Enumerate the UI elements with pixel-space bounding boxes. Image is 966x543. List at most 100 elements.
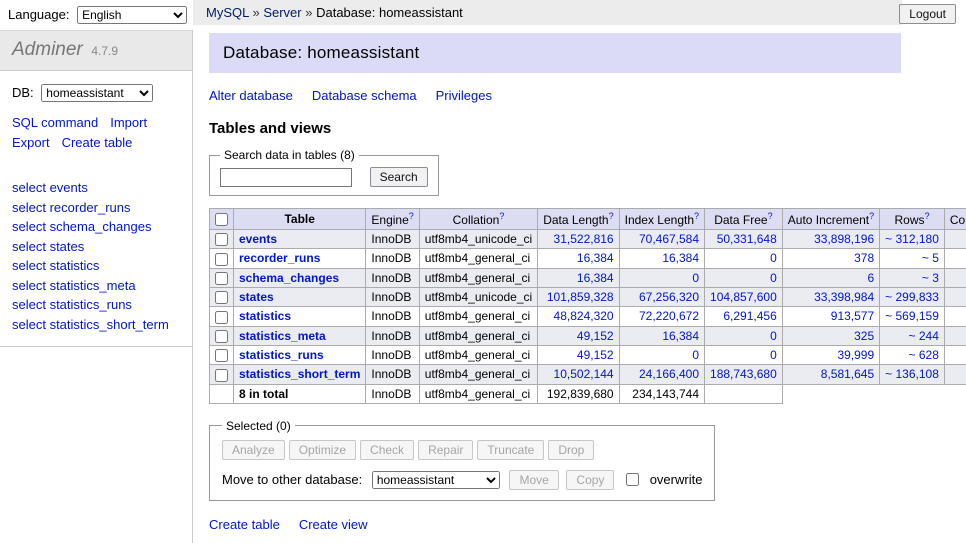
row-checkbox[interactable] [215,253,228,266]
index-length-link[interactable]: 0 [692,348,699,362]
index-length-link[interactable]: 24,166,400 [639,367,699,381]
move-database-select[interactable]: homeassistant [372,471,500,489]
table-name-link[interactable]: statistics [239,309,291,323]
sidebar-table-link[interactable]: select schema_changes [12,217,180,237]
sidebar-link-export[interactable]: Export [12,133,50,153]
action-privileges[interactable]: Privileges [436,88,492,103]
row-checkbox[interactable] [215,291,228,304]
data-free-link[interactable]: 6,291,456 [723,309,776,323]
table-name-link[interactable]: events [239,232,277,246]
analyze-button[interactable]: Analyze [222,440,285,460]
table-name-link[interactable]: statistics_runs [239,348,324,362]
column-help-link[interactable]: ? [869,211,874,221]
action-database-schema[interactable]: Database schema [312,88,417,103]
data-length-link[interactable]: 16,384 [577,251,614,265]
check-button[interactable]: Check [360,440,414,460]
sidebar-table-link[interactable]: select states [12,237,180,257]
table-name-link[interactable]: states [239,290,274,304]
move-button[interactable]: Move [509,470,558,490]
table-name-link[interactable]: statistics_short_term [239,367,360,381]
comment-cell [944,307,966,326]
row-checkbox[interactable] [215,349,228,362]
index-length-link[interactable]: 16,384 [662,251,699,265]
rows-link[interactable]: ~ 5 [922,251,939,265]
search-input[interactable] [220,168,352,187]
data-free-link[interactable]: 0 [770,348,777,362]
repair-button[interactable]: Repair [418,440,473,460]
search-button[interactable]: Search [370,167,428,187]
column-help-link[interactable]: ? [409,211,414,221]
auto-increment-link[interactable]: 8,581,645 [821,367,874,381]
sidebar-link-sql-command[interactable]: SQL command [12,113,98,133]
link-create-view[interactable]: Create view [299,517,368,532]
rows-link[interactable]: ~ 299,833 [885,290,939,304]
sidebar-table-link[interactable]: select statistics_meta [12,276,180,296]
index-length-link[interactable]: 0 [692,271,699,285]
action-alter-database[interactable]: Alter database [209,88,293,103]
rows-link[interactable]: ~ 136,108 [885,367,939,381]
data-free-link[interactable]: 0 [770,251,777,265]
data-free-link[interactable]: 50,331,648 [717,232,777,246]
language-select[interactable]: English [77,6,187,24]
row-checkbox[interactable] [215,369,228,382]
data-length-link[interactable]: 48,824,320 [554,309,614,323]
row-checkbox[interactable] [215,311,228,324]
rows-link[interactable]: ~ 628 [909,348,939,362]
link-create-table[interactable]: Create table [209,517,280,532]
table-name-link[interactable]: schema_changes [239,271,339,285]
data-length-link[interactable]: 10,502,144 [554,367,614,381]
data-free-link[interactable]: 0 [770,329,777,343]
column-help-link[interactable]: ? [694,211,699,221]
auto-increment-link[interactable]: 378 [854,251,874,265]
index-length-link[interactable]: 16,384 [662,329,699,343]
sidebar-table-link[interactable]: select statistics [12,256,180,276]
rows-link[interactable]: ~ 3 [922,271,939,285]
data-free-link[interactable]: 188,743,680 [710,367,777,381]
logout-button[interactable]: Logout [899,4,956,24]
table-name-link[interactable]: statistics_meta [239,329,326,343]
truncate-button[interactable]: Truncate [477,440,544,460]
drop-button[interactable]: Drop [548,440,594,460]
data-length-link[interactable]: 101,859,328 [547,290,614,304]
auto-increment-link[interactable]: 6 [867,271,874,285]
auto-increment-link[interactable]: 33,398,984 [814,290,874,304]
index-length-link[interactable]: 72,220,672 [639,309,699,323]
index-length-link[interactable]: 67,256,320 [639,290,699,304]
sidebar-table-link[interactable]: select statistics_runs [12,295,180,315]
column-help-link[interactable]: ? [768,211,773,221]
rows-link[interactable]: ~ 244 [909,329,939,343]
copy-button[interactable]: Copy [566,470,614,490]
overwrite-label[interactable]: overwrite [650,472,703,487]
table-name-link[interactable]: recorder_runs [239,251,320,265]
row-checkbox[interactable] [215,272,228,285]
sidebar-table-link[interactable]: select events [12,178,180,198]
rows-link[interactable]: ~ 569,159 [885,309,939,323]
data-length-link[interactable]: 49,152 [577,329,614,343]
column-help-link[interactable]: ? [609,211,614,221]
row-checkbox[interactable] [215,233,228,246]
column-help-link[interactable]: ? [925,211,930,221]
data-free-link[interactable]: 104,857,600 [710,290,777,304]
data-length-link[interactable]: 31,522,816 [554,232,614,246]
column-help-link[interactable]: ? [499,211,504,221]
db-select[interactable]: homeassistant [41,84,153,102]
index-length-link[interactable]: 70,467,584 [639,232,699,246]
data-length-link[interactable]: 16,384 [577,271,614,285]
auto-increment-link[interactable]: 33,898,196 [814,232,874,246]
breadcrumb-link[interactable]: MySQL [206,5,249,20]
auto-increment-link[interactable]: 39,999 [837,348,874,362]
sidebar-table-link[interactable]: select statistics_short_term [12,315,180,335]
sidebar-link-import[interactable]: Import [110,113,147,133]
breadcrumb-link[interactable]: Server [263,5,301,20]
data-free-link[interactable]: 0 [770,271,777,285]
select-all-checkbox[interactable] [215,213,228,226]
data-length-link[interactable]: 49,152 [577,348,614,362]
optimize-button[interactable]: Optimize [289,440,356,460]
row-checkbox[interactable] [215,330,228,343]
sidebar-table-link[interactable]: select recorder_runs [12,198,180,218]
rows-link[interactable]: ~ 312,180 [885,232,939,246]
overwrite-checkbox[interactable] [626,473,639,486]
auto-increment-link[interactable]: 913,577 [831,309,874,323]
sidebar-link-create-table[interactable]: Create table [62,133,133,153]
auto-increment-link[interactable]: 325 [854,329,874,343]
